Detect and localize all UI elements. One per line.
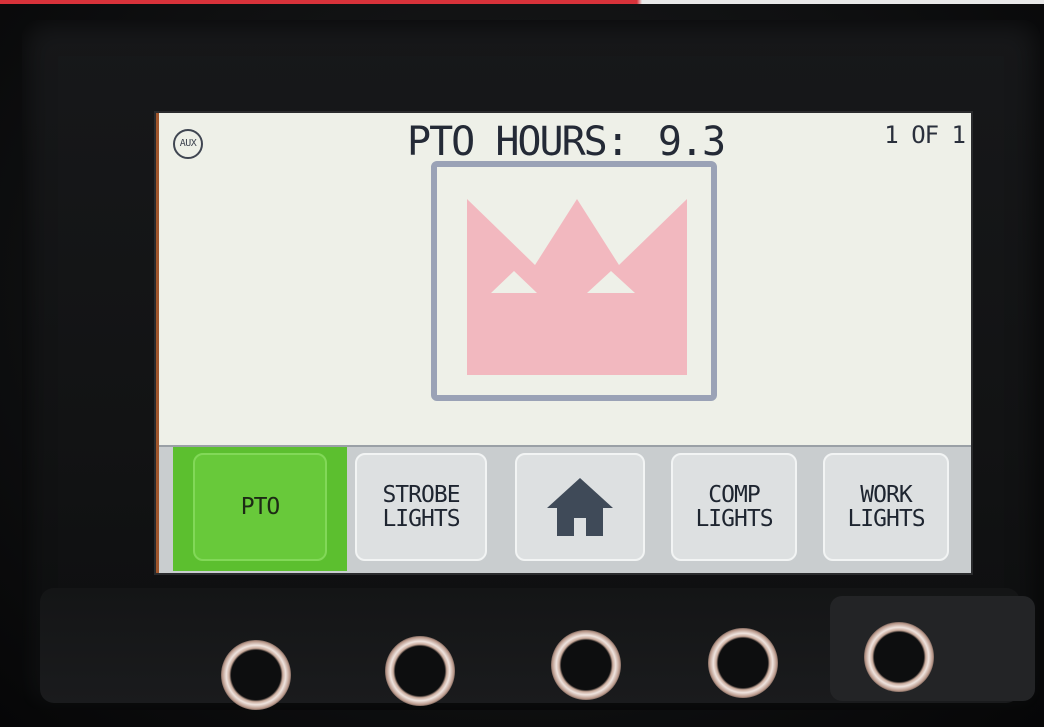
display-screen: AUX PTO HOURS: 9.3 1 OF 1 PTO STROBE LIGH… (156, 113, 971, 573)
device-photo: AUX PTO HOURS: 9.3 1 OF 1 PTO STROBE LIGH… (0, 0, 1044, 727)
strobe-lights-label: STROBE LIGHTS (382, 482, 460, 532)
aux-button[interactable]: AUX (173, 129, 203, 159)
work-lights-button[interactable]: WORK LIGHTS (823, 453, 949, 561)
work-lights-label: WORK LIGHTS (847, 482, 925, 532)
hardware-button-1[interactable] (221, 640, 291, 710)
hardware-button-2[interactable] (385, 636, 455, 706)
hardware-button-4[interactable] (708, 628, 778, 698)
pto-button[interactable]: PTO (193, 453, 327, 561)
page-title: PTO HOURS: 9.3 (407, 119, 726, 165)
pto-hours-value: 9.3 (657, 119, 726, 165)
nav-bar: PTO STROBE LIGHTS COMP LIGHTS WORK LIGHT… (159, 445, 971, 573)
page-indicator: 1 OF 1 (884, 121, 966, 149)
pto-hours-label: PTO HOURS: (407, 119, 630, 165)
home-button[interactable] (515, 453, 645, 561)
pto-button-label: PTO (240, 494, 281, 520)
crown-shape (467, 199, 687, 375)
hardware-button-5[interactable] (864, 622, 934, 692)
hardware-buttons (0, 620, 1044, 720)
logo-frame (431, 161, 717, 401)
crown-logo-icon (467, 199, 687, 375)
comp-lights-label: COMP LIGHTS (695, 482, 773, 532)
comp-lights-button[interactable]: COMP LIGHTS (671, 453, 797, 561)
strobe-lights-button[interactable]: STROBE LIGHTS (355, 453, 487, 561)
top-strip (0, 0, 1044, 4)
home-icon (547, 478, 613, 536)
hardware-button-3[interactable] (551, 630, 621, 700)
